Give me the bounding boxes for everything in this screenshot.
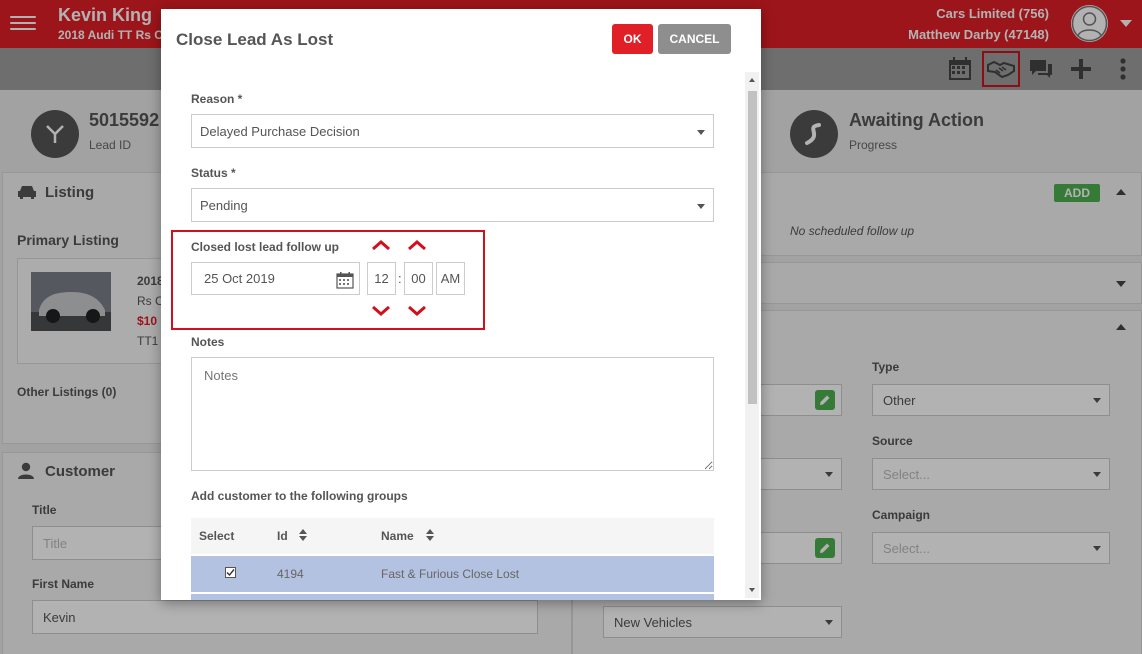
followup-label: Closed lost lead follow up (191, 240, 340, 254)
table-row[interactable] (191, 593, 714, 600)
col-id-header[interactable]: Id (277, 529, 288, 543)
hour-increment-chevron-up-icon[interactable] (371, 239, 391, 254)
minute-field[interactable]: 00 (404, 262, 433, 295)
table-row[interactable]: 4194 Fast & Furious Close Lost (191, 556, 714, 592)
reason-label: Reason * (191, 92, 243, 106)
cancel-button[interactable]: CANCEL (658, 24, 731, 54)
group-id: 4194 (277, 567, 304, 581)
chevron-down-icon (697, 130, 705, 135)
notes-textarea[interactable] (191, 357, 714, 471)
minute-decrement-chevron-down-icon[interactable] (407, 305, 427, 320)
meridian-toggle[interactable]: AM (436, 262, 465, 295)
status-label: Status * (191, 166, 236, 180)
row-select-checkbox[interactable] (225, 567, 236, 578)
notes-label: Notes (191, 335, 225, 349)
reason-select[interactable]: Delayed Purchase Decision (191, 114, 714, 148)
reason-select-value: Delayed Purchase Decision (200, 123, 360, 139)
close-lead-modal: Close Lead As Lost OK CANCEL Reason * De… (161, 9, 761, 600)
followup-date-value: 25 Oct 2019 (204, 271, 275, 286)
status-select-value: Pending (200, 197, 248, 213)
hour-field[interactable]: 12 (367, 262, 396, 295)
groups-table-header: Select Id Name (191, 518, 714, 554)
modal-title: Close Lead As Lost (176, 30, 334, 49)
col-select-header: Select (199, 529, 235, 543)
chevron-down-icon (697, 204, 705, 209)
group-name: Fast & Furious Close Lost (381, 567, 520, 581)
modal-scrollbar[interactable] (745, 72, 759, 598)
sort-icon[interactable] (299, 529, 307, 544)
calendar-icon[interactable] (336, 271, 354, 292)
minute-increment-chevron-up-icon[interactable] (407, 239, 427, 254)
groups-label: Add customer to the following groups (191, 489, 408, 503)
col-name-header[interactable]: Name (381, 529, 414, 543)
scrollbar-thumb[interactable] (748, 91, 757, 404)
ok-button[interactable]: OK (612, 24, 653, 54)
sort-icon[interactable] (426, 529, 434, 544)
followup-date-field[interactable]: 25 Oct 2019 (191, 262, 360, 295)
time-separator: : (398, 271, 402, 286)
hour-decrement-chevron-down-icon[interactable] (371, 305, 391, 320)
status-select[interactable]: Pending (191, 188, 714, 222)
